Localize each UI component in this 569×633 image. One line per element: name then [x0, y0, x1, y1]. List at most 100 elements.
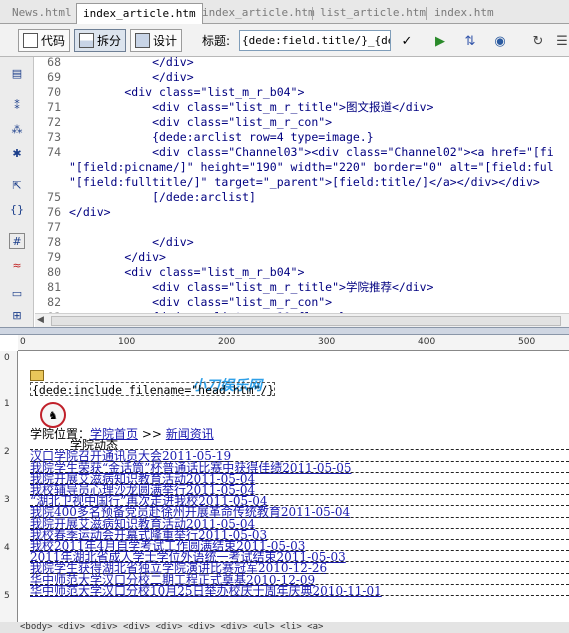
- code-line[interactable]: 73 {dede:arclist row=4 type=image.}: [35, 130, 374, 145]
- coding-toolbar: ▤ ⁑ ⁂ ✱ ⇱ {} # ≈ ▭ ⊞: [0, 57, 34, 327]
- code-line[interactable]: 75 [/dede:arclist]: [35, 190, 256, 205]
- code-view-button[interactable]: 代码: [18, 29, 71, 52]
- code-line[interactable]: 82 <div class="list_m_r_con">: [35, 295, 332, 310]
- scroll-left-icon[interactable]: ◀: [37, 315, 44, 325]
- code-text: <div class="list_m_r_title">图文报道</div>: [69, 100, 434, 114]
- tag-selector-bar[interactable]: <body> <div> <div> <div> <div> <div> <di…: [0, 622, 569, 633]
- refresh-icon[interactable]: ↻: [528, 31, 548, 51]
- code-text: <div class="list_m_r_b04">: [69, 85, 305, 99]
- tab-separator: [426, 7, 427, 20]
- code-line[interactable]: 79 </div>: [35, 250, 166, 265]
- code-line[interactable]: 74 <div class="Channel03"><div class="Ch…: [35, 145, 554, 160]
- document-tab-bar: News.html index_article.htm index_articl…: [0, 0, 569, 25]
- ruler-tick-label: 200: [218, 337, 236, 347]
- live-view-icon[interactable]: ▶: [430, 31, 450, 51]
- ruler-tick-label: 100: [118, 337, 136, 347]
- code-line[interactable]: 80 <div class="list_m_r_b04">: [35, 265, 304, 280]
- line-number: 76: [47, 205, 61, 219]
- ruler-tick-label: 3: [4, 495, 10, 505]
- code-line[interactable]: "[field:picname/]" height="190" width="2…: [35, 160, 554, 175]
- document-title-input[interactable]: {dede:field.title/}_{dede: [239, 30, 391, 51]
- ruler-tick-label: 4: [4, 543, 10, 553]
- horizontal-ruler: 0 100 200 300 400 500: [18, 335, 569, 351]
- code-line[interactable]: 71 <div class="list_m_r_title">图文报道</div…: [35, 100, 433, 115]
- select-parent-tag-icon[interactable]: ⇱: [9, 177, 25, 193]
- highlight-invalid-code-icon[interactable]: ≈: [9, 257, 25, 273]
- code-text: </div>: [69, 250, 166, 264]
- tab-separator: [312, 7, 313, 20]
- tab-index-article-2[interactable]: index_article.htm: [196, 3, 321, 24]
- syntax-error-alerts-icon[interactable]: ▭: [9, 285, 25, 301]
- code-line[interactable]: "[field:fulltitle/]" target="_parent">[f…: [35, 175, 540, 190]
- code-text: </div>: [69, 235, 194, 249]
- breadcrumb-current-link[interactable]: 新闻资讯: [166, 427, 214, 441]
- code-line[interactable]: 69 </div>: [35, 70, 194, 85]
- preview-browser-icon[interactable]: ◉: [490, 31, 510, 51]
- line-number: 81: [47, 280, 61, 294]
- line-number: 79: [47, 250, 61, 264]
- expand-all-icon[interactable]: ✱: [9, 145, 25, 161]
- ruler-tick-label: 1: [4, 399, 10, 409]
- line-number: 73: [47, 130, 61, 144]
- tab-list-article[interactable]: list_article.htm: [314, 3, 432, 24]
- line-number: 69: [47, 70, 61, 84]
- code-view-icon: [23, 33, 38, 48]
- tab-index-htm[interactable]: index.htm: [428, 3, 500, 24]
- flash-placeholder-icon[interactable]: ♞: [40, 402, 66, 428]
- split-view-divider[interactable]: [0, 327, 569, 335]
- code-text: <div class="Channel03"><div class="Chann…: [69, 145, 554, 159]
- tab-index-article-active[interactable]: index_article.htm: [76, 3, 203, 25]
- code-text: "[field:picname/]" height="190" width="2…: [69, 160, 554, 174]
- collapse-tag-icon[interactable]: ⁑: [9, 97, 25, 113]
- dashed-divider: [30, 595, 569, 596]
- breadcrumb: 学院位置：学院首页 >> 新闻资讯: [30, 428, 214, 442]
- validate-icon[interactable]: ✓: [397, 31, 417, 51]
- line-number: 68: [47, 57, 61, 69]
- open-documents-icon[interactable]: ▤: [9, 65, 25, 81]
- line-number: 70: [47, 85, 61, 99]
- code-line[interactable]: 78 </div>: [35, 235, 194, 250]
- line-number: 74: [47, 145, 61, 159]
- vertical-ruler: 0 1 2 3 4 5: [0, 351, 18, 633]
- code-line[interactable]: 76 </div>: [35, 205, 111, 220]
- file-transfer-icon[interactable]: ⇅: [460, 31, 480, 51]
- ruler-tick-label: 0: [20, 337, 26, 347]
- code-text: </div>: [69, 205, 111, 219]
- code-text: </div>: [69, 70, 194, 84]
- code-text: <div class="list_m_r_con">: [69, 295, 333, 309]
- ruler-tick-label: 5: [4, 591, 10, 601]
- design-view[interactable]: 0 100 200 300 400 500 0 1 2 3 4 5 小刀娱乐网 …: [0, 335, 569, 633]
- ruler-tick-label: 0: [4, 353, 10, 363]
- include-block[interactable]: {dede:include filename="head.htm"/}: [30, 382, 275, 397]
- collapse-selection-icon[interactable]: ⁂: [9, 121, 25, 137]
- design-view-button[interactable]: 设计: [130, 29, 183, 52]
- code-line[interactable]: 81 <div class="list_m_r_title">学院推荐</div…: [35, 280, 433, 295]
- news-item-link[interactable]: 华中师范大学汉口分校10月25日举办校庆十周年庆典2010-11-01: [30, 584, 382, 599]
- code-line[interactable]: 72 <div class="list_m_r_con">: [35, 115, 332, 130]
- code-line[interactable]: 68 </div>: [35, 57, 194, 70]
- title-label: 标题:: [202, 34, 231, 48]
- breadcrumb-text: >>: [138, 427, 166, 441]
- code-line[interactable]: 70 <div class="list_m_r_b04">: [35, 85, 304, 100]
- apply-comment-icon[interactable]: ⊞: [9, 307, 25, 323]
- scrollbar-thumb[interactable]: [51, 316, 561, 326]
- balance-braces-icon[interactable]: {}: [9, 201, 25, 217]
- line-number: 80: [47, 265, 61, 279]
- line-number: 71: [47, 100, 61, 114]
- line-number: 77: [47, 220, 61, 234]
- line-number: 82: [47, 295, 61, 309]
- code-text: </div>: [69, 57, 194, 69]
- line-numbers-icon[interactable]: #: [9, 233, 25, 249]
- split-view-button[interactable]: 拆分: [74, 29, 127, 52]
- code-view-label: 代码: [41, 34, 66, 48]
- line-number: 72: [47, 115, 61, 129]
- ruler-tick-label: 2: [4, 447, 10, 457]
- split-view-icon: [79, 33, 94, 48]
- server-include-lock-icon: [30, 370, 44, 381]
- view-options-icon[interactable]: ☰: [552, 31, 569, 51]
- code-line[interactable]: 77: [35, 220, 69, 235]
- code-horizontal-scrollbar[interactable]: ◀: [35, 313, 569, 327]
- line-number: 78: [47, 235, 61, 249]
- code-editor[interactable]: 68 </div> 69 </div> 70 <div class="list_m_…: [35, 57, 569, 313]
- tab-news-html[interactable]: News.html: [6, 3, 78, 24]
